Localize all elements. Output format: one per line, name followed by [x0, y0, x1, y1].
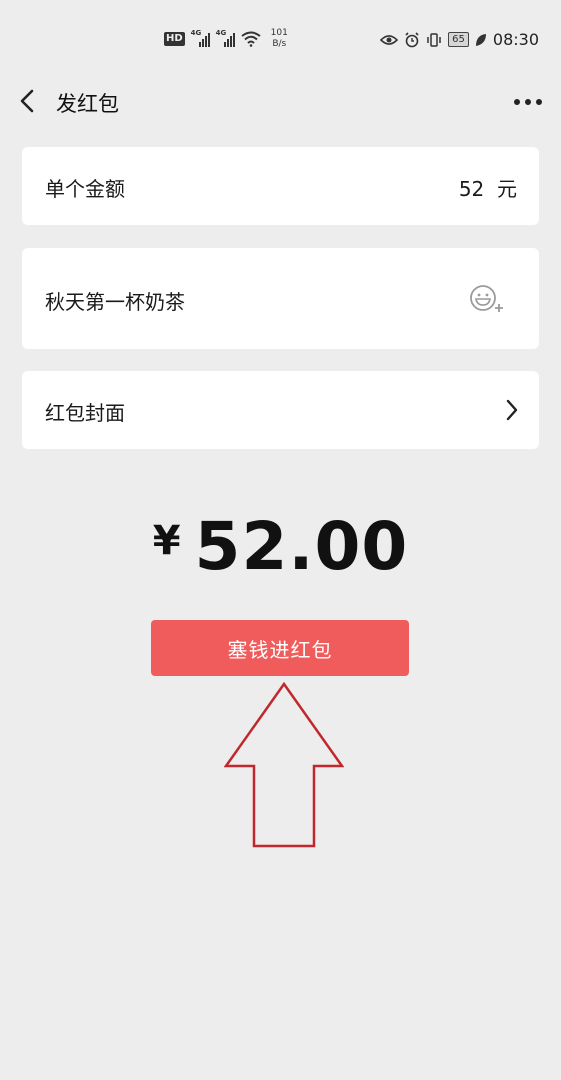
network-type: 4G — [215, 29, 227, 37]
status-right: 65 08:30 — [380, 30, 539, 49]
status-bar: HD 4G 4G 101 B/s 65 08:30 — [0, 0, 561, 80]
up-arrow-annotation — [224, 682, 344, 848]
emoji-add-icon[interactable] — [469, 284, 505, 314]
cover-label: 红包封面 — [45, 401, 125, 425]
signal-icon: 4G — [215, 29, 235, 47]
eye-icon — [380, 34, 399, 45]
speed-unit: B/s — [272, 39, 287, 49]
clock: 08:30 — [492, 30, 539, 49]
total-value: 52.00 — [194, 508, 409, 585]
network-type: 4G — [190, 29, 202, 37]
alarm-icon — [405, 31, 419, 47]
amount-input[interactable]: 52 元 — [459, 173, 517, 202]
total-amount: ¥52.00 — [0, 508, 561, 588]
page-title: 发红包 — [56, 92, 119, 116]
chevron-right-icon — [506, 399, 518, 421]
wifi-icon — [241, 31, 261, 47]
hd-badge: HD — [164, 32, 185, 46]
currency-symbol: ¥ — [152, 518, 181, 564]
back-icon[interactable] — [16, 88, 42, 114]
more-icon[interactable] — [513, 98, 543, 106]
amount-card[interactable]: 单个金额 52 元 — [22, 147, 539, 225]
cover-card[interactable]: 红包封面 — [22, 371, 539, 449]
amount-label: 单个金额 — [45, 177, 125, 201]
signal-icon: 4G — [190, 29, 210, 47]
note-input[interactable]: 秋天第一杯奶茶 — [45, 286, 185, 315]
amount-unit: 元 — [497, 177, 517, 201]
note-card[interactable]: 秋天第一杯奶茶 — [22, 248, 539, 349]
speed-value: 101 — [270, 28, 288, 38]
send-red-packet-button[interactable]: 塞钱进红包 — [151, 620, 409, 676]
battery-level: 65 — [448, 32, 469, 47]
network-speed: 101 B/s — [271, 28, 288, 50]
leaf-icon — [475, 33, 486, 46]
amount-value: 52 — [458, 177, 485, 201]
vibrate-icon — [427, 32, 441, 47]
status-left: HD 4G 4G 101 B/s — [164, 28, 288, 50]
nav-bar: 发红包 — [0, 78, 561, 126]
